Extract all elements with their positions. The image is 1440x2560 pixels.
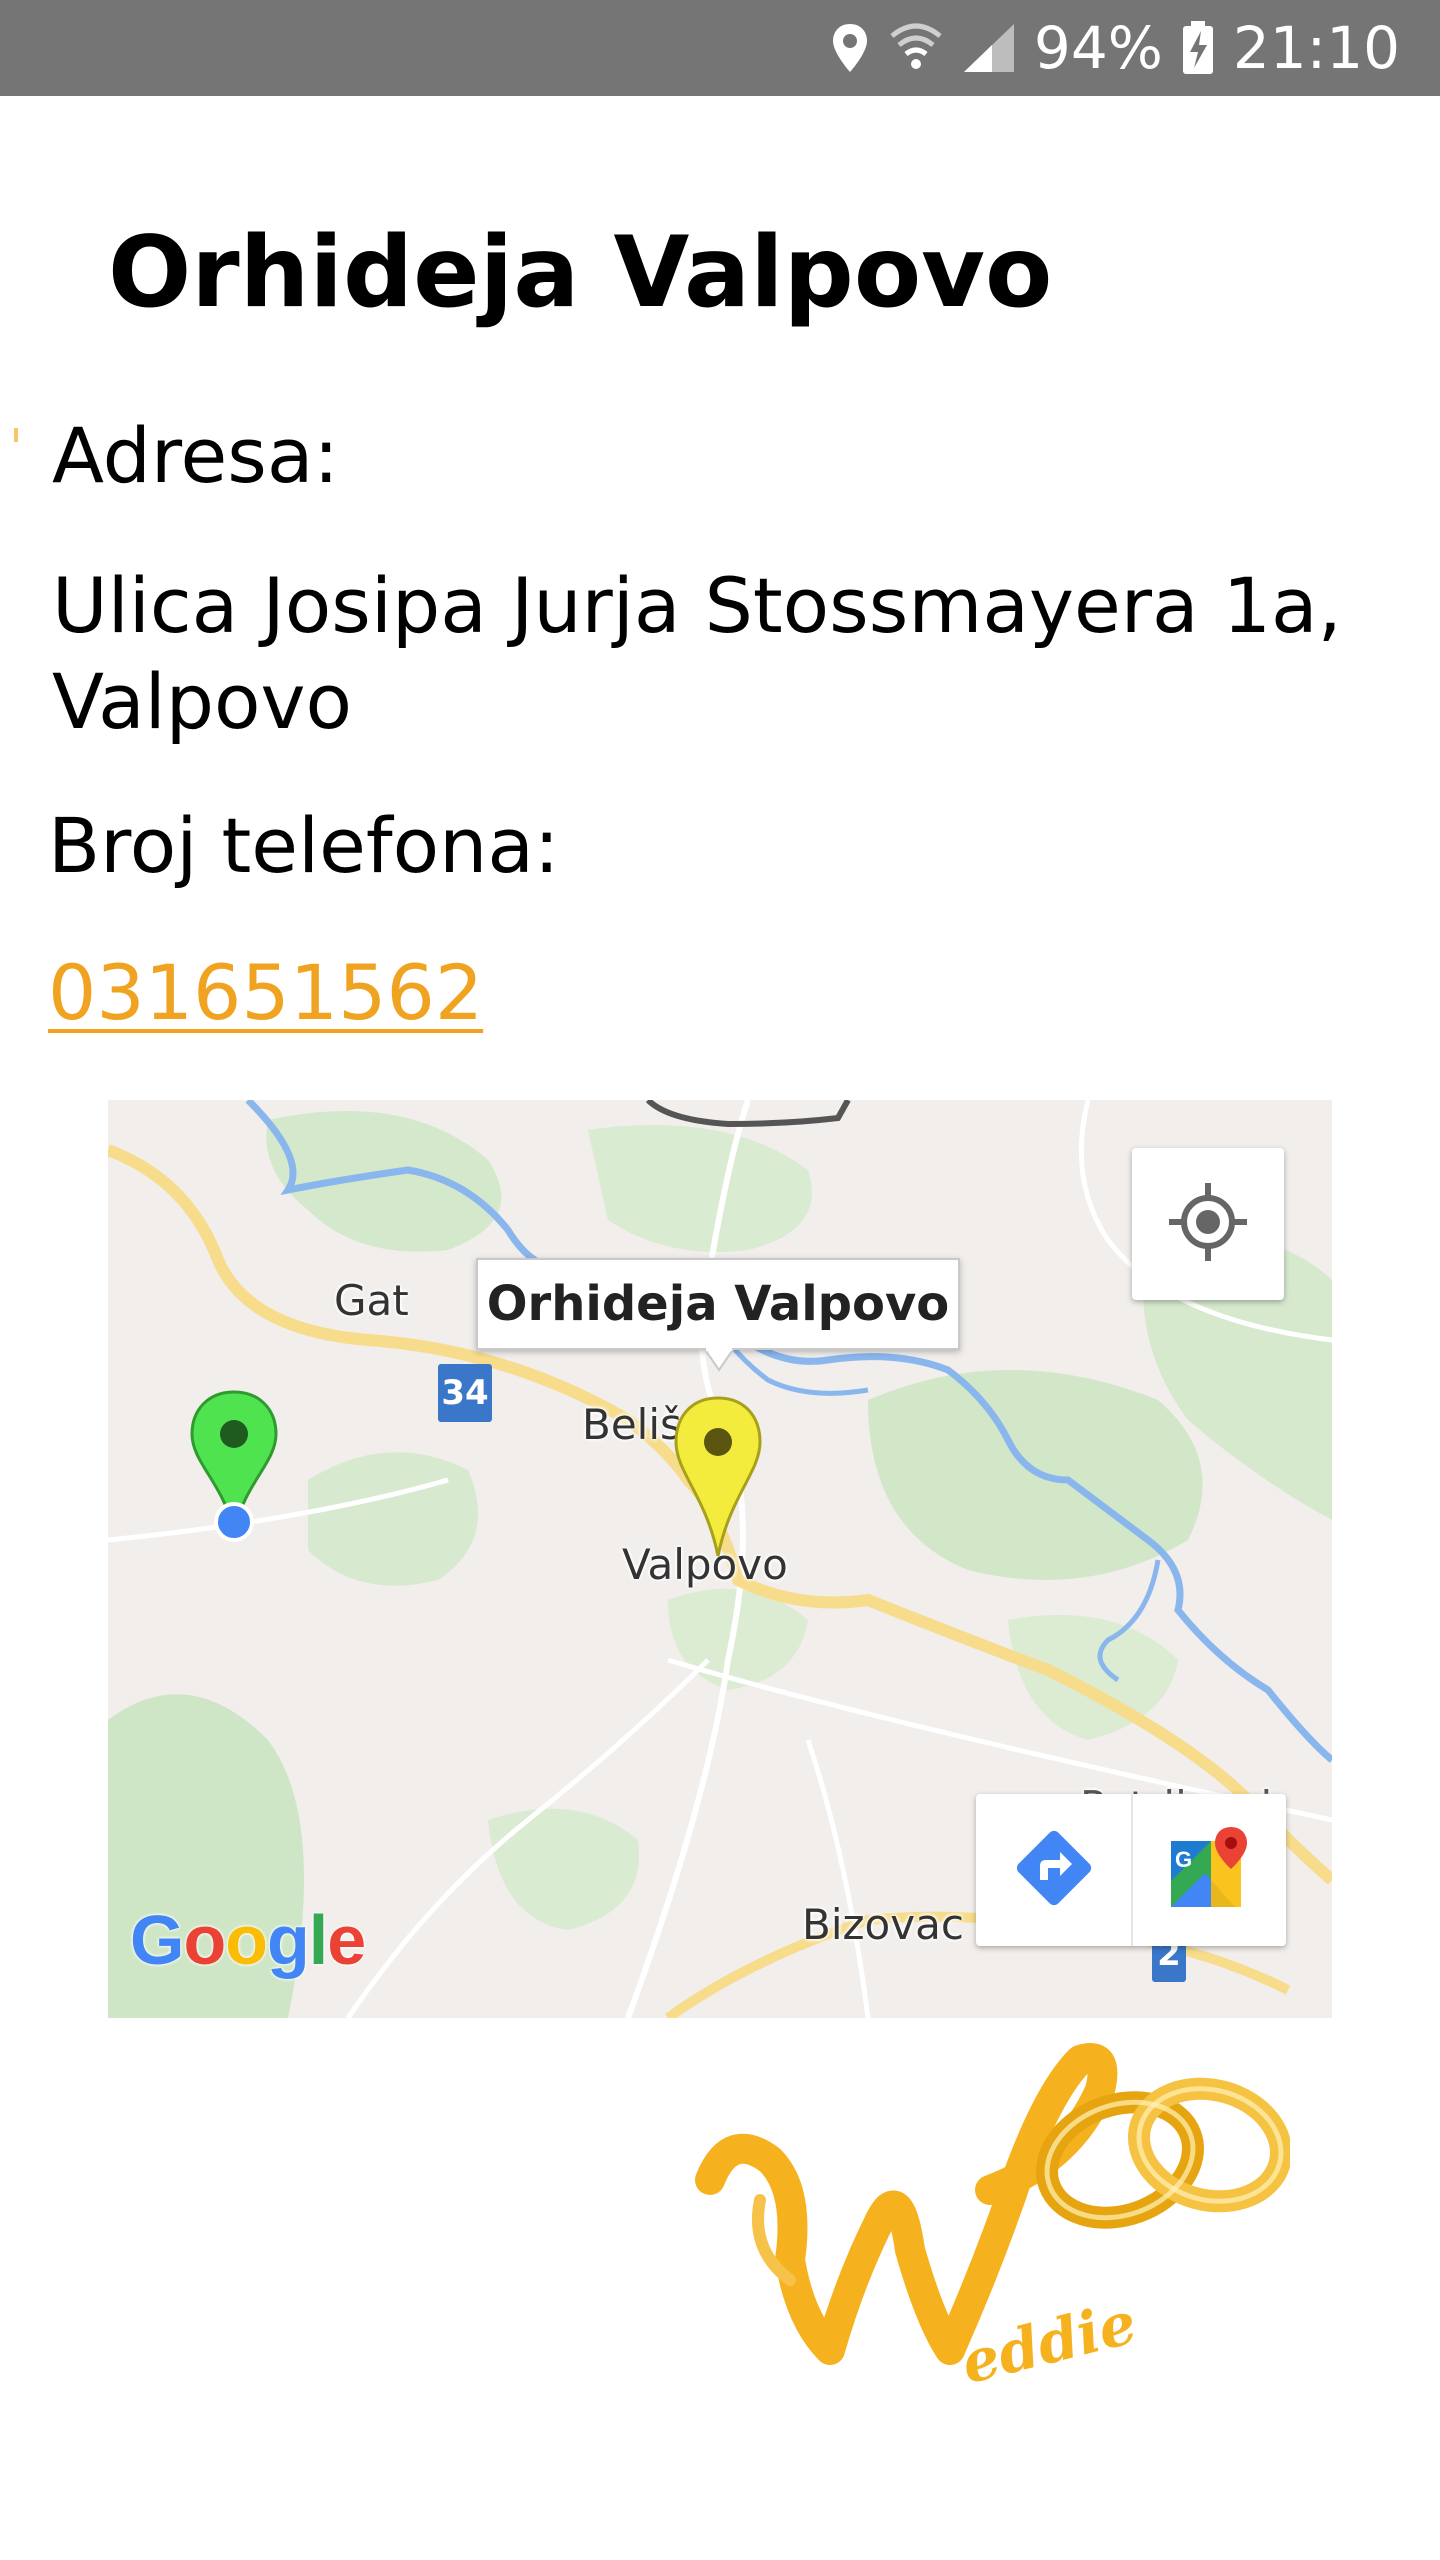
google-attribution: Google (130, 1900, 366, 1980)
info-window-tail (704, 1348, 734, 1372)
location-icon (830, 22, 870, 74)
my-location-icon (1165, 1179, 1251, 1269)
battery-percent: 94% (1033, 14, 1163, 82)
address-label: Adresa: (52, 411, 340, 500)
phone-label: Broj telefona: (48, 801, 560, 890)
scroll-edge-mark (14, 428, 18, 442)
google-maps-icon: G (1165, 1823, 1255, 1917)
clock: 21:10 (1232, 14, 1400, 82)
weddie-logo: eddie (690, 2020, 1292, 2400)
address-value: Ulica Josipa Jurja Stossmayera 1a, Valpo… (52, 561, 1342, 746)
directions-icon (1012, 1826, 1096, 1914)
venue-location-marker[interactable] (670, 1396, 766, 1564)
page-title: Orhideja Valpovo (108, 216, 1053, 330)
svg-text:G: G (1175, 1847, 1192, 1872)
map-view[interactable]: Gat Beliš Valpovo Petrijevci Bizovac 34 … (108, 1100, 1332, 2018)
battery-charging-icon (1181, 21, 1215, 75)
wifi-icon (888, 22, 944, 74)
signal-icon (962, 22, 1016, 74)
directions-button[interactable] (976, 1794, 1131, 1946)
map-toolbar: G (976, 1794, 1286, 1946)
place-label-bizovac: Bizovac (802, 1900, 964, 1949)
my-location-button[interactable] (1132, 1148, 1284, 1300)
status-bar: 94% 21:10 (0, 0, 1440, 96)
google-attribution-text: Google (130, 1901, 366, 1979)
open-in-google-maps-button[interactable]: G (1131, 1794, 1286, 1946)
road-shield-34: 34 (438, 1364, 492, 1422)
marker-info-window[interactable]: Orhideja Valpovo (476, 1258, 960, 1350)
user-location-marker[interactable] (186, 1390, 282, 1546)
phone-link[interactable]: 031651562 (48, 945, 483, 1040)
place-label-gat: Gat (334, 1276, 409, 1325)
place-label-belisce: Beliš (582, 1400, 682, 1449)
